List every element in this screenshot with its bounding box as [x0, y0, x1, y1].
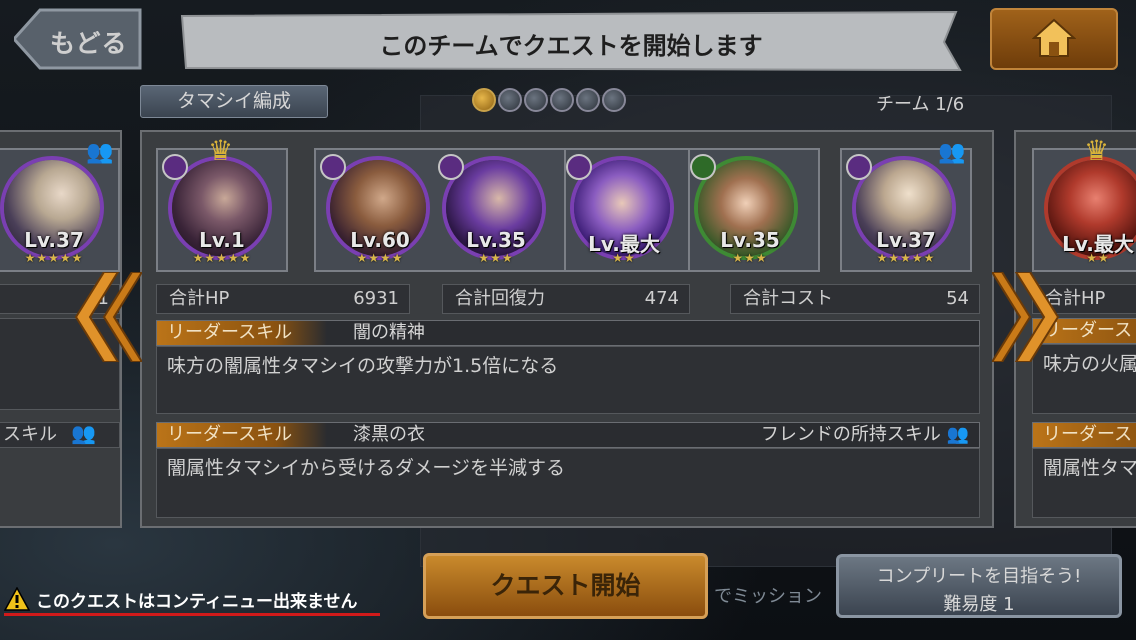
total-hp-value: 6931 — [353, 288, 399, 309]
dark-element-icon — [438, 154, 464, 180]
member-slot-4[interactable]: Lv.最大 ★★ — [566, 148, 690, 272]
dark-element-icon — [846, 154, 872, 180]
member-slot-5[interactable]: Lv.35 ★★★ — [690, 148, 820, 272]
mission-title: コンプリートを目指そう! — [876, 566, 1082, 587]
total-cost-box: 合計コスト 54 — [730, 284, 980, 314]
leader-crown-icon: ♛ — [208, 134, 234, 167]
notice-underline — [4, 613, 380, 616]
friend-skill-desc: 闇属性タマシイから受けるダメージを半減する — [167, 457, 566, 479]
home-icon — [1032, 18, 1076, 57]
leader-skill-name: 闇の精神 — [353, 322, 425, 343]
skill-tag: リーダース — [1033, 423, 1136, 447]
continue-notice: このクエストはコンティニュー出来ません — [4, 584, 357, 614]
page-dot-4[interactable] — [550, 88, 574, 112]
leader-skill-desc: 味方の闇属性タマシイの攻撃力が1.5倍になる — [167, 355, 559, 377]
skill-head-preview-2: リーダース — [1032, 422, 1136, 448]
total-hp-box: 合計HP 6931 — [156, 284, 410, 314]
home-button[interactable] — [990, 8, 1118, 70]
quest-start-button[interactable]: クエスト開始 — [423, 553, 708, 619]
next-team-arrow-icon[interactable] — [992, 272, 1068, 362]
warning-icon — [4, 587, 30, 611]
member-slot-3[interactable]: Lv.35 ★★★ — [438, 148, 566, 272]
page-dot-2[interactable] — [498, 88, 522, 112]
friend-skill-tag: リーダースキル — [157, 423, 327, 447]
page-dot-6[interactable] — [602, 88, 626, 112]
friend-skill-header: リーダースキル 漆黒の衣 フレンドの所持スキル 👥 — [156, 422, 980, 448]
total-hp-label: 合計HP — [169, 288, 230, 309]
team-panel: ♛ Lv.1 ★★★★★ Lv.60 ★★★★ Lv.35 ★★★ Lv.最大 … — [140, 130, 994, 528]
team-counter: チーム 1/6 — [876, 94, 965, 115]
skill-desc: 闇属性タマ — [1043, 457, 1136, 479]
mission-button[interactable]: コンプリートを目指そう! 難易度 1 — [836, 554, 1122, 618]
member-level: Lv.35 — [466, 228, 526, 252]
skill-fragment: スキル — [3, 424, 57, 445]
member-stars: ★★ — [612, 251, 636, 265]
page-dot-3[interactable] — [524, 88, 548, 112]
total-cost-value: 54 — [946, 288, 969, 309]
friend-skill-owner: フレンドの所持スキル 👥 — [761, 423, 969, 447]
member-level: Lv.37 — [876, 228, 936, 252]
skill-desc-preview-2: 闇属性タマ — [1032, 448, 1136, 518]
member-level: Lv.35 — [720, 228, 780, 252]
leader-skill-desc-box: 味方の闇属性タマシイの攻撃力が1.5倍になる — [156, 346, 980, 414]
prev-team-arrow-icon[interactable] — [66, 272, 142, 362]
title-banner: このチームでクエストを開始します — [178, 10, 964, 72]
dark-element-icon — [320, 154, 346, 180]
total-recovery-value: 474 — [644, 288, 679, 309]
skill-head-preview: スキル 👥 — [0, 421, 120, 448]
member-stars: ★★★ — [478, 251, 514, 265]
friend-icon: 👥 — [946, 424, 969, 445]
total-cost-label: 合計コスト — [743, 288, 833, 309]
member-slot-preview-right: ♛ Lv.最大 ★★ — [1032, 134, 1136, 272]
member-stars: ★★★★★ — [192, 251, 252, 265]
member-level: Lv.37 — [24, 228, 84, 252]
team-page-indicator — [472, 88, 626, 114]
page-dot-5[interactable] — [576, 88, 600, 112]
member-slot-preview-left: 👥 Lv.37 ★★★★★ — [0, 140, 120, 272]
mission-hint: でミッション — [714, 586, 822, 607]
total-recovery-box: 合計回復力 474 — [442, 284, 690, 314]
leader-skill-header: リーダースキル 闇の精神 — [156, 320, 980, 346]
member-stars: ★★★ — [732, 251, 768, 265]
page-title: このチームでクエストを開始します — [379, 32, 763, 60]
member-slot-friend[interactable]: 👥 Lv.37 ★★★★★ — [840, 140, 972, 272]
member-stars: ★★★★★ — [876, 251, 936, 265]
member-stars: ★★★★★ — [24, 251, 84, 265]
member-stars: ★★ — [1086, 251, 1110, 265]
member-slot-1[interactable]: ♛ Lv.1 ★★★★★ — [156, 134, 288, 272]
formation-tab[interactable]: タマシイ編成 — [140, 85, 328, 118]
total-recovery-label: 合計回復力 — [455, 288, 545, 309]
member-level: Lv.60 — [350, 228, 410, 252]
notice-text: このクエストはコンティニュー出来ません — [36, 591, 358, 612]
member-stars: ★★★★ — [356, 251, 404, 265]
member-level: Lv.1 — [199, 228, 245, 252]
page-dot-1[interactable] — [472, 88, 496, 112]
friend-skill-desc-box: 闇属性タマシイから受けるダメージを半減する — [156, 448, 980, 518]
friend-icon: 👥 — [938, 140, 966, 165]
friend-skill-owner-label: フレンドの所持スキル — [760, 424, 941, 445]
dark-element-icon — [566, 154, 592, 180]
back-label: もどる — [50, 29, 128, 58]
friend-skill-name: 漆黒の衣 — [353, 424, 425, 445]
mission-difficulty: 難易度 1 — [943, 594, 1015, 615]
wood-element-icon — [690, 154, 716, 180]
back-button[interactable]: もどる — [14, 8, 142, 70]
leader-crown-icon: ♛ — [1084, 134, 1110, 167]
friend-icon: 👥 — [86, 140, 114, 165]
leader-skill-tag: リーダースキル — [157, 321, 327, 345]
dark-element-icon — [162, 154, 188, 180]
friend-icon: 👥 — [71, 421, 96, 445]
